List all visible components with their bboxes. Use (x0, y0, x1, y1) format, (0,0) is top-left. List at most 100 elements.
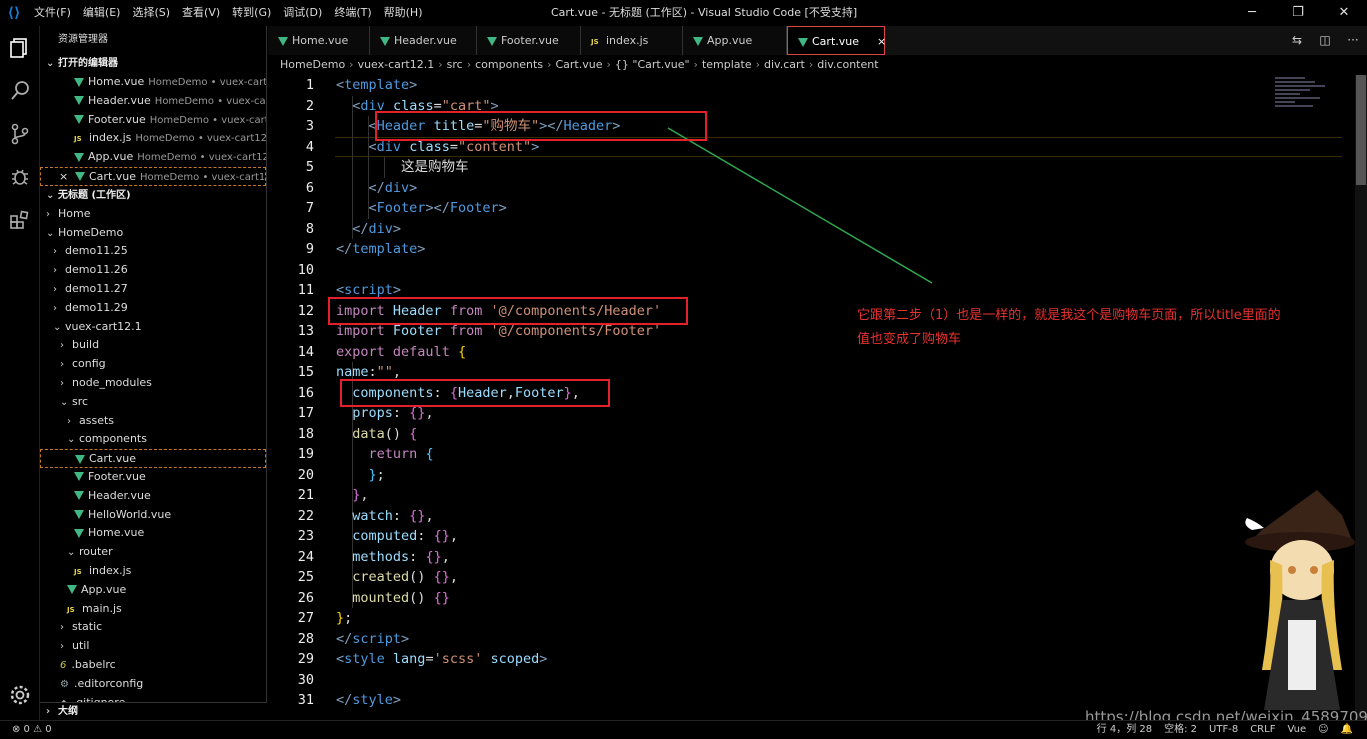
code-token: > (539, 651, 548, 667)
tree-folder[interactable]: › demo11.26 (40, 261, 266, 280)
code-text: 这是购物车 (336, 157, 469, 178)
tree-file[interactable]: Home.vue (40, 524, 266, 543)
open-editor-item[interactable]: Footer.vueHomeDemo • vuex-cart1... (40, 111, 266, 130)
code-token: export (336, 343, 385, 360)
tree-file[interactable]: ⚙ .editorconfig (40, 675, 266, 694)
maximize-icon[interactable]: ❐ (1275, 0, 1321, 26)
editor-tab[interactable]: Home.vue (268, 26, 370, 55)
split-editor-icon[interactable]: ◫ (1311, 26, 1339, 55)
breadcrumb-item[interactable]: components (475, 58, 543, 71)
code-token: template (352, 241, 418, 257)
problems-indicator[interactable]: ⊗ 0 ⚠ 0 (12, 721, 52, 739)
code-line: 27}; (268, 608, 1355, 629)
notifications-icon[interactable]: 🔔 (1341, 721, 1353, 739)
feedback-icon[interactable]: ☺ (1318, 721, 1328, 739)
debug-icon[interactable] (0, 155, 40, 198)
breadcrumb-item[interactable]: div.cart (764, 58, 805, 71)
tree-file[interactable]: 6 .babelrc (40, 656, 266, 675)
compare-icon[interactable]: ⇆ (1283, 26, 1311, 55)
encoding[interactable]: UTF-8 (1209, 721, 1238, 739)
code-token: ; (376, 466, 385, 483)
vue-file-icon (278, 36, 288, 46)
tree-folder[interactable]: ⌄ components (40, 430, 266, 449)
workspace-header[interactable]: ⌄ 无标题 (工作区) (40, 186, 266, 205)
tree-folder[interactable]: ⌄ HomeDemo (40, 224, 266, 243)
tree-folder[interactable]: › config (40, 355, 266, 374)
tree-label: Home.vue (88, 526, 145, 540)
open-editor-item[interactable]: JS index.jsHomeDemo • vuex-cart12.1\... (40, 129, 266, 148)
open-editors-header[interactable]: ⌄ 打开的编辑器 (40, 54, 266, 73)
tree-file[interactable]: HelloWorld.vue (40, 506, 266, 525)
line-number: 1 (305, 77, 314, 93)
tree-folder[interactable]: › build (40, 336, 266, 355)
scrollbar-thumb[interactable] (1356, 75, 1366, 185)
tree-folder[interactable]: › assets (40, 412, 266, 431)
line-number: 10 (297, 261, 314, 278)
editor-tab[interactable]: Footer.vue (477, 26, 581, 55)
breadcrumb-item[interactable]: div.content (817, 58, 878, 71)
tree-file[interactable]: JS main.js (40, 600, 266, 619)
tab-close-icon[interactable]: × (877, 35, 886, 48)
cursor-position[interactable]: 行 4，列 28 (1097, 721, 1152, 739)
tree-label: router (79, 545, 113, 559)
open-editor-item[interactable]: Home.vueHomeDemo • vuex-cart12... (40, 73, 266, 92)
menu-item[interactable]: 转到(G) (226, 0, 277, 26)
menu-item[interactable]: 编辑(E) (77, 0, 127, 26)
menu-item[interactable]: 查看(V) (176, 0, 226, 26)
breadcrumb-item[interactable]: vuex-cart12.1 (358, 58, 435, 71)
tree-folder[interactable]: › Home (40, 205, 266, 224)
editor-tab[interactable]: Header.vue (370, 26, 477, 55)
language-mode[interactable]: Vue (1287, 721, 1306, 739)
more-actions-icon[interactable]: ··· (1339, 26, 1367, 55)
breadcrumb-item[interactable]: Cart.vue (555, 58, 602, 71)
open-editor-item[interactable]: App.vueHomeDemo • vuex-cart12.1... (40, 148, 266, 167)
source-control-icon[interactable] (0, 112, 40, 155)
tree-folder[interactable]: ⌄ router (40, 543, 266, 562)
breadcrumb-item[interactable]: {} "Cart.vue" (615, 58, 690, 71)
tree-folder[interactable]: ⌄ vuex-cart12.1 (40, 318, 266, 337)
tree-folder[interactable]: › demo11.25 (40, 242, 266, 261)
indentation[interactable]: 空格: 2 (1164, 721, 1197, 739)
editor-tab[interactable]: JS index.js (581, 26, 683, 55)
close-icon[interactable]: × (59, 168, 68, 187)
extensions-icon[interactable] (0, 198, 40, 241)
tree-folder[interactable]: › demo11.29 (40, 299, 266, 318)
open-editor-item[interactable]: Header.vueHomeDemo • vuex-cart... (40, 92, 266, 111)
menu-item[interactable]: 选择(S) (126, 0, 176, 26)
outline-header[interactable]: › 大纲 (40, 702, 267, 720)
js-file-icon: JS (74, 567, 82, 576)
explorer-icon[interactable] (0, 26, 40, 69)
menu-item[interactable]: 文件(F) (28, 0, 77, 26)
breadcrumb-item[interactable]: template (702, 58, 752, 71)
menu-item[interactable]: 终端(T) (328, 0, 377, 26)
editor-tab[interactable]: App.vue (683, 26, 787, 55)
menu-item[interactable]: 帮助(H) (378, 0, 429, 26)
line-number: 15 (297, 364, 314, 380)
tree-folder[interactable]: › util (40, 637, 266, 656)
end-of-line[interactable]: CRLF (1250, 721, 1275, 739)
minimap[interactable] (1275, 75, 1355, 135)
tree-file[interactable]: JS index.js (40, 562, 266, 581)
settings-gear-icon[interactable] (0, 673, 40, 716)
vue-file-icon (798, 37, 808, 47)
search-icon[interactable] (0, 69, 40, 112)
menu-item[interactable]: 调试(D) (277, 0, 328, 26)
breadcrumb-item[interactable]: HomeDemo (280, 58, 345, 71)
minimize-icon[interactable]: ─ (1229, 0, 1275, 26)
code-token: {} (433, 569, 450, 585)
code-token: </ (336, 630, 353, 647)
tree-folder[interactable]: › static (40, 618, 266, 637)
close-window-icon[interactable]: ✕ (1321, 0, 1367, 26)
editor-tab[interactable]: Cart.vue × (787, 26, 886, 55)
tree-folder[interactable]: › demo11.27 (40, 280, 266, 299)
tree-file[interactable]: Header.vue (40, 487, 266, 506)
breadcrumb-item[interactable]: src (447, 58, 463, 71)
line-number: 29 (297, 651, 314, 667)
tree-folder[interactable]: › node_modules (40, 374, 266, 393)
open-editor-item[interactable]: × Cart.vueHomeDemo • vuex-cart12.1... (40, 166, 266, 187)
tree-file[interactable]: Footer.vue (40, 468, 266, 487)
tree-file[interactable]: Cart.vue (40, 449, 266, 468)
tree-file[interactable]: App.vue (40, 581, 266, 600)
tree-folder[interactable]: ⌄ src (40, 393, 266, 412)
